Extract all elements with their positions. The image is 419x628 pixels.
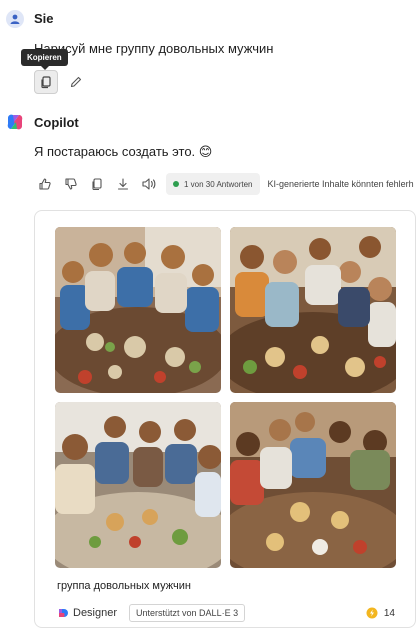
status-dot-icon [173, 181, 179, 187]
speaker-icon [142, 178, 156, 190]
answer-counter-text: 1 von 30 Antworten [184, 179, 253, 189]
dislike-button[interactable] [60, 172, 82, 196]
generated-image-4[interactable] [230, 402, 396, 568]
download-button[interactable] [112, 172, 134, 196]
user-avatar [6, 10, 24, 28]
image-thumbnail [55, 402, 221, 568]
designer-label: Designer [73, 607, 118, 619]
thumbs-up-icon [39, 178, 51, 190]
user-message-text: Нарисуй мне группу довольных мужчин [34, 41, 274, 56]
image-caption: группа довольных мужчин [57, 580, 191, 592]
copy-icon [92, 178, 102, 191]
dalle-badge: Unterstützt von DALL·E 3 [129, 604, 246, 622]
read-aloud-button[interactable] [138, 172, 160, 196]
user-message-actions [34, 70, 88, 94]
copy-button[interactable] [34, 70, 58, 94]
copy-reply-button[interactable] [86, 172, 108, 196]
image-card-footer: Designer Unterstützt von DALL·E 3 14 [57, 603, 395, 623]
download-icon [117, 178, 129, 190]
image-thumbnail [55, 227, 221, 393]
image-thumbnail [230, 227, 396, 393]
designer-logo-icon [59, 609, 68, 617]
person-icon [10, 14, 20, 24]
like-button[interactable] [34, 172, 56, 196]
boost-count: 14 [383, 607, 395, 619]
ai-disclaimer: KI-generierte Inhalte könnten fehlerh [267, 179, 414, 189]
generated-images-card: группа довольных мужчин Designer Unterst… [34, 210, 416, 628]
copilot-icon [7, 114, 23, 130]
pencil-icon [70, 76, 82, 88]
copilot-name: Copilot [34, 115, 79, 130]
copy-icon [41, 76, 51, 89]
designer-link[interactable]: Designer [57, 607, 117, 619]
boost-counter: 14 [366, 607, 395, 619]
edit-button[interactable] [64, 70, 88, 94]
answer-counter-badge: 1 von 30 Antworten [166, 173, 260, 195]
copy-tooltip: Kopieren [21, 49, 68, 70]
generated-image-2[interactable] [230, 227, 396, 393]
user-name: Sie [34, 11, 54, 26]
copilot-reply-text: Я постараюсь создать это. 😊 [34, 144, 213, 159]
image-thumbnail [230, 402, 396, 568]
thumbs-down-icon [65, 178, 77, 190]
generated-image-3[interactable] [55, 402, 221, 568]
copilot-logo [5, 112, 25, 132]
generated-image-1[interactable] [55, 227, 221, 393]
boost-coin-icon [366, 607, 378, 619]
copilot-reply-actions: 1 von 30 Antworten KI-generierte Inhalte… [34, 172, 414, 196]
